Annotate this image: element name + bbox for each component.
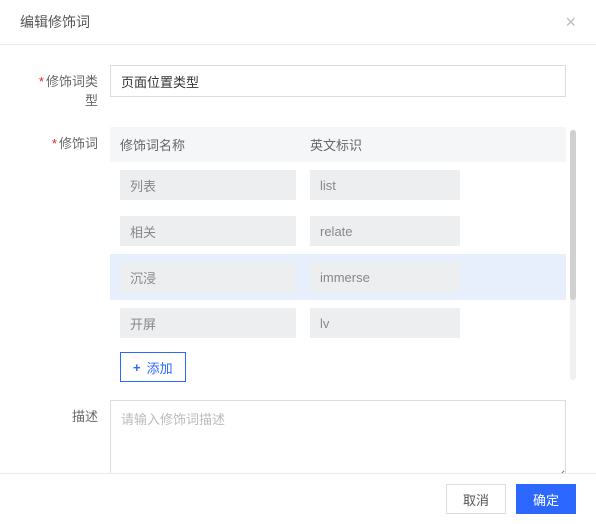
modifier-name-input[interactable] (120, 170, 296, 200)
list-item (110, 300, 566, 346)
cancel-button[interactable]: 取消 (446, 484, 506, 514)
modifier-name-input[interactable] (120, 308, 296, 338)
confirm-button[interactable]: 确定 (516, 484, 576, 514)
dialog-footer: 取消 确定 (0, 473, 596, 524)
label-modifier-type: *修饰词类型 (30, 65, 110, 109)
col-header-name: 修饰词名称 (120, 135, 310, 154)
col-header-en: 英文标识 (310, 135, 556, 154)
row-modifier-list: *修饰词 修饰词名称 英文标识 + 添加 (30, 127, 566, 382)
label-modifier: *修饰词 (30, 127, 110, 382)
modifier-type-input[interactable] (110, 65, 566, 97)
dialog-body: *修饰词类型 *修饰词 修饰词名称 英文标识 + 添加 (0, 45, 596, 473)
dialog-header: 编辑修饰词 × (0, 0, 596, 45)
add-button-label: 添加 (147, 358, 173, 377)
list-header: 修饰词名称 英文标识 (110, 127, 566, 162)
scrollbar-thumb[interactable] (570, 130, 576, 300)
row-modifier-type: *修饰词类型 (30, 65, 566, 109)
edit-modifier-dialog: 编辑修饰词 × *修饰词类型 *修饰词 修饰词名称 英文标识 + (0, 0, 596, 524)
modifier-en-input[interactable] (310, 170, 460, 200)
list-item (110, 254, 566, 300)
list-item (110, 162, 566, 208)
label-description: 描述 (30, 400, 110, 473)
dialog-title: 编辑修饰词 (20, 12, 90, 32)
modifier-en-input[interactable] (310, 216, 460, 246)
plus-icon: + (133, 360, 141, 375)
description-textarea[interactable] (110, 400, 566, 473)
modifier-en-input[interactable] (310, 308, 460, 338)
modifier-name-input[interactable] (120, 262, 296, 292)
scrollbar[interactable] (570, 130, 576, 380)
add-button[interactable]: + 添加 (120, 352, 186, 382)
list-item (110, 208, 566, 254)
modifier-name-input[interactable] (120, 216, 296, 246)
modifier-en-input[interactable] (310, 262, 460, 292)
close-icon[interactable]: × (565, 13, 576, 31)
row-description: 描述 (30, 400, 566, 473)
list-body (110, 162, 566, 346)
